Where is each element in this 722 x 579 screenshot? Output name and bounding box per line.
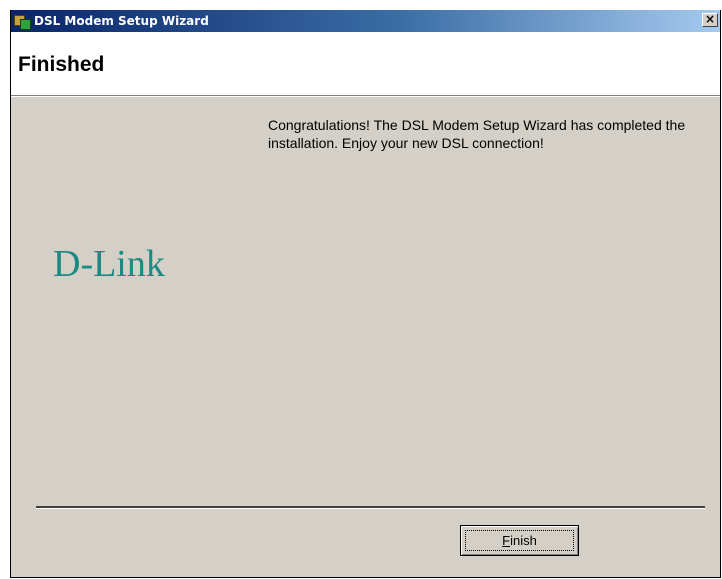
finish-button[interactable]: Finish	[460, 525, 579, 556]
header-divider	[11, 96, 720, 97]
finish-button-label: Finish	[502, 533, 537, 548]
page-title: Finished	[18, 53, 105, 76]
title-bar[interactable]: DSL Modem Setup Wizard ×	[11, 10, 720, 32]
wizard-header: Finished	[11, 32, 720, 96]
close-button[interactable]: ×	[702, 13, 718, 27]
footer-divider	[36, 506, 705, 509]
close-icon: ×	[704, 12, 716, 26]
wizard-window: DSL Modem Setup Wizard × Finished Congra…	[10, 10, 721, 578]
window-title: DSL Modem Setup Wizard	[34, 14, 209, 28]
dlink-logo: D-Link	[53, 243, 165, 285]
modem-setup-icon	[14, 13, 31, 30]
completion-message: Congratulations! The DSL Modem Setup Wiz…	[268, 117, 686, 151]
